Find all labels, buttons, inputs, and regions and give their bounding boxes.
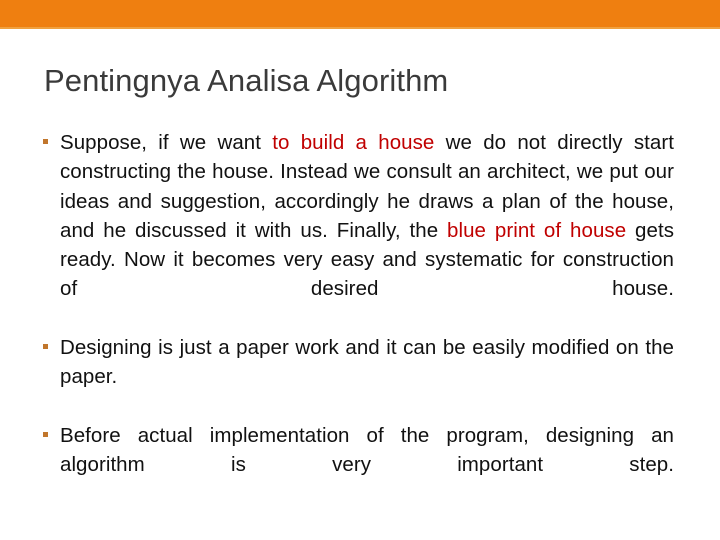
highlighted-phrase: to build a house (272, 131, 435, 154)
page-title: Pentingnya Analisa Algorithm (44, 63, 449, 98)
slide-canvas: Pentingnya Analisa Algorithm Suppose, if… (0, 0, 720, 540)
list-item: Designing is just a paper work and it ca… (34, 333, 674, 421)
text-run: Before actual implementation of the prog… (60, 423, 674, 477)
header-accent-bar-edge (0, 27, 720, 29)
bullet-list: Suppose, if we want to build a house we … (34, 128, 674, 509)
square-bullet-icon (43, 139, 48, 144)
list-item: Suppose, if we want to build a house we … (34, 128, 674, 333)
square-bullet-icon (43, 344, 48, 350)
list-item-text: Before actual implementation of the prog… (60, 421, 674, 509)
highlighted-phrase: blue print of house (447, 218, 627, 242)
square-bullet-icon (43, 431, 48, 437)
text-run: Designing is just a paper work and it ca… (60, 336, 674, 389)
text-run: Suppose, if we want (60, 131, 273, 154)
list-item-text: Suppose, if we want to build a house we … (60, 128, 674, 333)
list-item: Before actual implementation of the prog… (34, 421, 674, 509)
list-item-text: Designing is just a paper work and it ca… (60, 333, 674, 421)
header-accent-bar (0, 0, 720, 27)
